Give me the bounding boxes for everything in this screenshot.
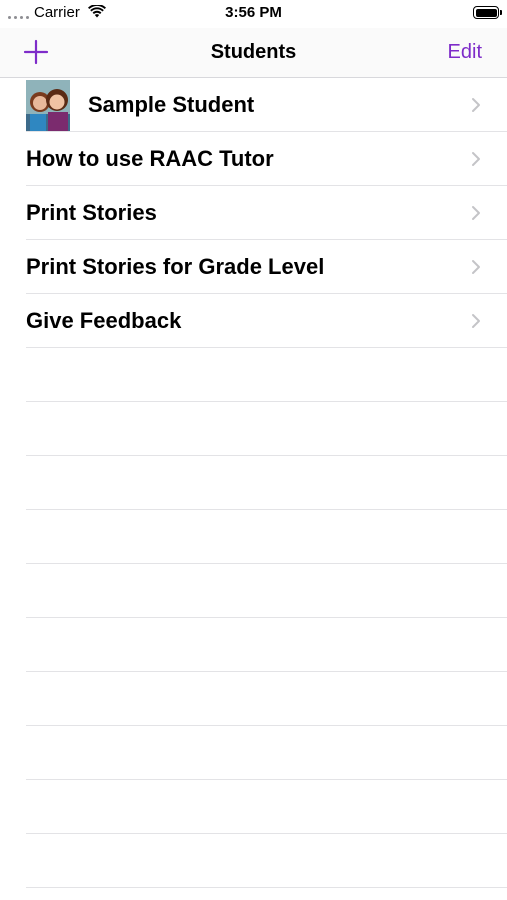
empty-row [0,672,507,726]
navigation-bar: Students Edit [0,28,507,78]
empty-row [0,726,507,780]
row-label: Give Feedback [26,308,182,333]
empty-row [0,348,507,402]
page-title: Students [210,41,297,63]
row-print-stories-grade-level[interactable]: Print Stories for Grade Level [0,240,507,294]
row-label: Print Stories [26,200,157,225]
status-bar: Carrier 3:56 PM [0,0,507,28]
empty-row [0,780,507,834]
row-give-feedback[interactable]: Give Feedback [0,294,507,348]
empty-row [0,402,507,456]
empty-row [0,564,507,618]
chevron-right-icon [472,206,480,220]
chevron-right-icon [472,152,480,166]
student-row-sample[interactable]: Sample Student [0,78,507,132]
row-label: Sample Student [88,92,255,117]
student-avatar [26,80,70,132]
empty-row [0,834,507,888]
empty-row [0,618,507,672]
empty-row [0,456,507,510]
battery-icon [473,6,502,19]
chevron-right-icon [472,314,480,328]
edit-button[interactable]: Edit [448,41,482,64]
chevron-right-icon [472,260,480,274]
row-label: How to use RAAC Tutor [26,146,274,171]
chevron-right-icon [472,98,480,112]
status-time: 3:56 PM [225,4,282,21]
row-label: Print Stories for Grade Level [26,254,325,279]
row-print-stories[interactable]: Print Stories [0,186,507,240]
students-table: Sample Student How to use RAAC Tutor Pri… [0,78,507,888]
empty-row [0,510,507,564]
row-how-to-use[interactable]: How to use RAAC Tutor [0,132,507,186]
